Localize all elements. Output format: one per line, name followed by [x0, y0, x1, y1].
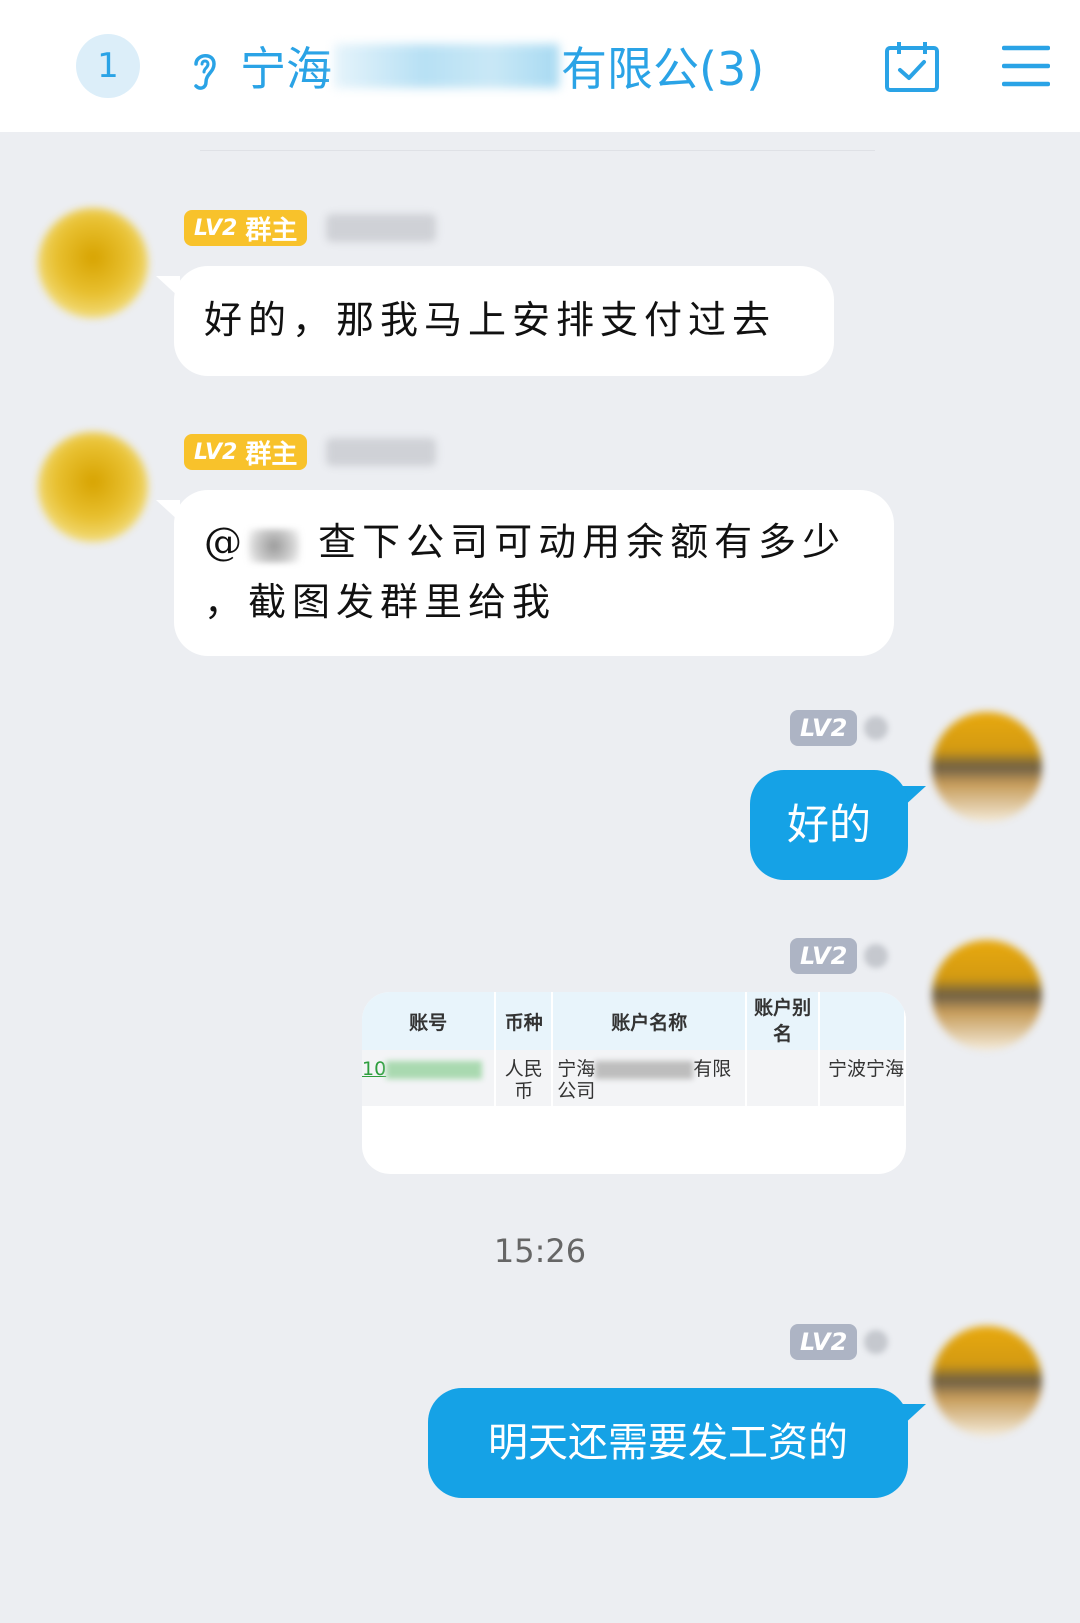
title-suffix: 有限公(3): [561, 42, 765, 96]
column-header: 账户名称: [552, 992, 748, 1050]
image-message[interactable]: 账号 币种 账户名称 账户别名 10 人民币 宁海 有限公司 宁波宁海: [362, 992, 906, 1174]
avatar[interactable]: [932, 1326, 1042, 1436]
alias-cell: [746, 1050, 820, 1106]
account-name-cell: 宁海 有限公司: [552, 1050, 748, 1106]
message-bubble[interactable]: 好的，那我马上安排支付过去: [174, 266, 834, 376]
owner-badge: LV2 群主: [184, 210, 308, 246]
account-name-redacted: [595, 1060, 694, 1079]
avatar[interactable]: [932, 712, 1042, 822]
level-badge: LV2: [790, 710, 858, 746]
chat-title: 宁海 有限公(3): [240, 36, 764, 96]
account-redacted: [386, 1060, 483, 1079]
message-bubble[interactable]: @ 查下公司可动用余额有多少 ，截图发群里给我: [174, 490, 894, 656]
mention-symbol: @: [204, 520, 248, 564]
message-text: 明天还需要发工资的: [488, 1420, 848, 1466]
level-badge: LV2: [790, 1324, 858, 1360]
back-unread-badge[interactable]: 1: [76, 34, 140, 98]
sender-name-redacted: [864, 1330, 888, 1354]
column-header: [818, 992, 906, 1050]
message-line: @ 查下公司可动用余额有多少: [204, 512, 864, 572]
sender-name-redacted: [864, 944, 888, 968]
account-cell: 10: [362, 1050, 497, 1106]
account-name-prefix: 宁海: [557, 1058, 596, 1080]
account-number: 10: [362, 1058, 387, 1080]
level-label: LV2: [194, 215, 238, 241]
ear-icon[interactable]: [184, 46, 224, 94]
bank-cell: 宁波宁海: [818, 1050, 906, 1106]
message-text: 查下公司可动用余额有多少: [318, 520, 847, 564]
level-badge: LV2: [790, 938, 858, 974]
avatar[interactable]: [38, 432, 148, 542]
avatar[interactable]: [38, 208, 148, 318]
column-header: 账号: [362, 992, 497, 1050]
sender-name-redacted: [864, 716, 888, 740]
role-label: 群主: [245, 439, 298, 470]
currency-cell: 人民币: [495, 1050, 554, 1106]
message-text: ，截图发群里给我: [204, 580, 557, 624]
message-text: 好的: [786, 800, 871, 849]
table-row: 10 人民币 宁海 有限公司 宁波宁海: [362, 1050, 906, 1106]
owner-badge: LV2 群主: [184, 434, 308, 470]
column-header: 币种: [495, 992, 554, 1050]
menu-icon[interactable]: [1002, 44, 1050, 88]
title-prefix: 宁海: [240, 42, 332, 96]
role-label: 群主: [245, 215, 298, 246]
message-bubble[interactable]: 明天还需要发工资的: [428, 1388, 908, 1498]
timestamp: 15:26: [493, 1232, 587, 1270]
divider: [200, 150, 875, 151]
table-header-row: 账号 币种 账户名称 账户别名: [362, 992, 906, 1050]
message-bubble[interactable]: 好的: [750, 770, 908, 880]
account-table: 账号 币种 账户名称 账户别名 10 人民币 宁海 有限公司 宁波宁海: [362, 992, 906, 1106]
column-header: 账户别名: [746, 992, 820, 1050]
title-redacted: [334, 44, 559, 88]
message-text: 好的，那我马上安排支付过去: [204, 298, 777, 342]
level-label: LV2: [194, 439, 238, 465]
mention-redacted: [248, 528, 300, 563]
calendar-check-icon[interactable]: [884, 40, 940, 94]
chat-header: 1 宁海 有限公(3): [0, 0, 1080, 132]
avatar[interactable]: [932, 940, 1042, 1050]
sender-name-redacted: [326, 438, 436, 466]
sender-name-redacted: [326, 214, 436, 242]
